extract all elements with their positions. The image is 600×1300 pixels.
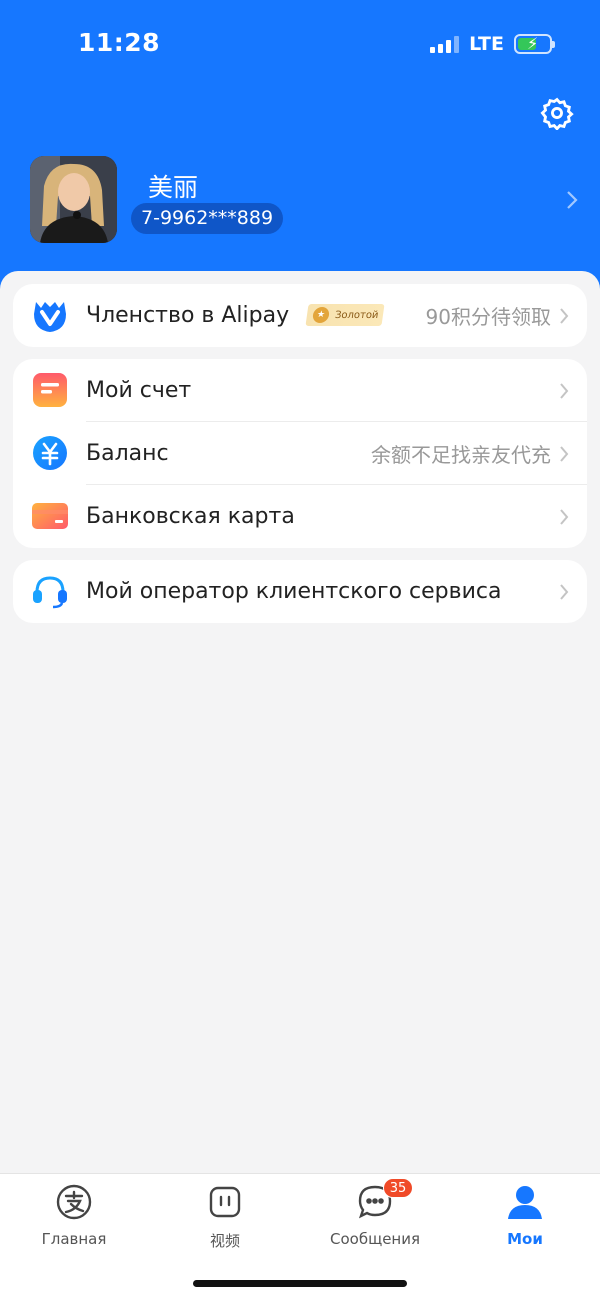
membership-card[interactable]: Членство в Alipay ★ Золотой 90积分待领取 bbox=[13, 284, 587, 347]
membership-label: Членство в Alipay bbox=[86, 303, 290, 328]
list-item-bank-card[interactable]: Банковская карта bbox=[13, 485, 587, 548]
bank-card-icon bbox=[31, 497, 69, 535]
status-time: 11:28 bbox=[78, 28, 161, 57]
status-indicators: LTE ⚡ bbox=[430, 33, 555, 55]
gear-icon bbox=[540, 97, 574, 130]
chevron-right-icon bbox=[560, 584, 569, 600]
chevron-right-icon bbox=[560, 383, 569, 399]
tab-home[interactable]: Главная bbox=[14, 1182, 134, 1248]
membership-icon bbox=[31, 296, 69, 334]
chevron-right-icon bbox=[560, 509, 569, 525]
yuan-icon bbox=[31, 434, 69, 472]
list-item-label: Мой оператор клиентского сервиса bbox=[86, 579, 502, 604]
content-area: Членство в Alipay ★ Золотой 90积分待领取 Мой … bbox=[0, 271, 600, 1173]
tab-messages[interactable]: 35 Сообщения bbox=[315, 1178, 435, 1248]
headset-icon bbox=[31, 572, 69, 610]
membership-points: 90积分待领取 bbox=[425, 305, 551, 329]
chat-icon: 35 bbox=[355, 1178, 413, 1222]
balance-hint: 余额不足找亲友代充 bbox=[371, 443, 551, 467]
signal-icon bbox=[430, 35, 460, 53]
phone-number: 7-9962***889 bbox=[131, 203, 284, 234]
tab-mine[interactable]: Мои bbox=[465, 1182, 585, 1248]
medal-icon: ★ bbox=[311, 307, 331, 323]
tab-video[interactable]: 视频 bbox=[165, 1182, 285, 1251]
account-card: Мой счет Баланс 余额不足找亲友代充 Банковская кар… bbox=[13, 359, 587, 548]
support-card: Мой оператор клиентского сервиса bbox=[13, 560, 587, 623]
home-indicator[interactable] bbox=[193, 1280, 407, 1287]
gold-badge: ★ Золотой bbox=[305, 304, 385, 326]
chevron-right-icon bbox=[560, 308, 569, 324]
network-type: LTE bbox=[469, 33, 504, 55]
profile-header: 11:28 LTE ⚡ 美丽 7-9962***889 bbox=[0, 0, 600, 300]
video-icon bbox=[205, 1182, 245, 1222]
list-item-label: Банковская карта bbox=[86, 504, 295, 529]
user-name: 美丽 bbox=[148, 173, 199, 202]
chevron-right-icon bbox=[560, 446, 569, 462]
account-icon bbox=[31, 371, 69, 409]
avatar[interactable] bbox=[30, 156, 117, 243]
list-item-my-account[interactable]: Мой счет bbox=[13, 359, 587, 422]
list-item-balance[interactable]: Баланс 余额不足找亲友代充 bbox=[13, 422, 587, 485]
list-item-label: Баланс bbox=[86, 441, 169, 466]
battery-icon: ⚡ bbox=[514, 34, 555, 54]
membership-row[interactable]: Членство в Alipay ★ Золотой 90积分待领取 bbox=[13, 284, 587, 347]
settings-button[interactable] bbox=[538, 94, 576, 132]
alipay-icon bbox=[54, 1182, 94, 1222]
unread-badge: 35 bbox=[383, 1178, 413, 1198]
list-item-label: Мой счет bbox=[86, 378, 192, 403]
chevron-right-icon[interactable] bbox=[565, 189, 579, 211]
list-item-support[interactable]: Мой оператор клиентского сервиса bbox=[13, 560, 587, 623]
person-icon bbox=[505, 1182, 545, 1222]
